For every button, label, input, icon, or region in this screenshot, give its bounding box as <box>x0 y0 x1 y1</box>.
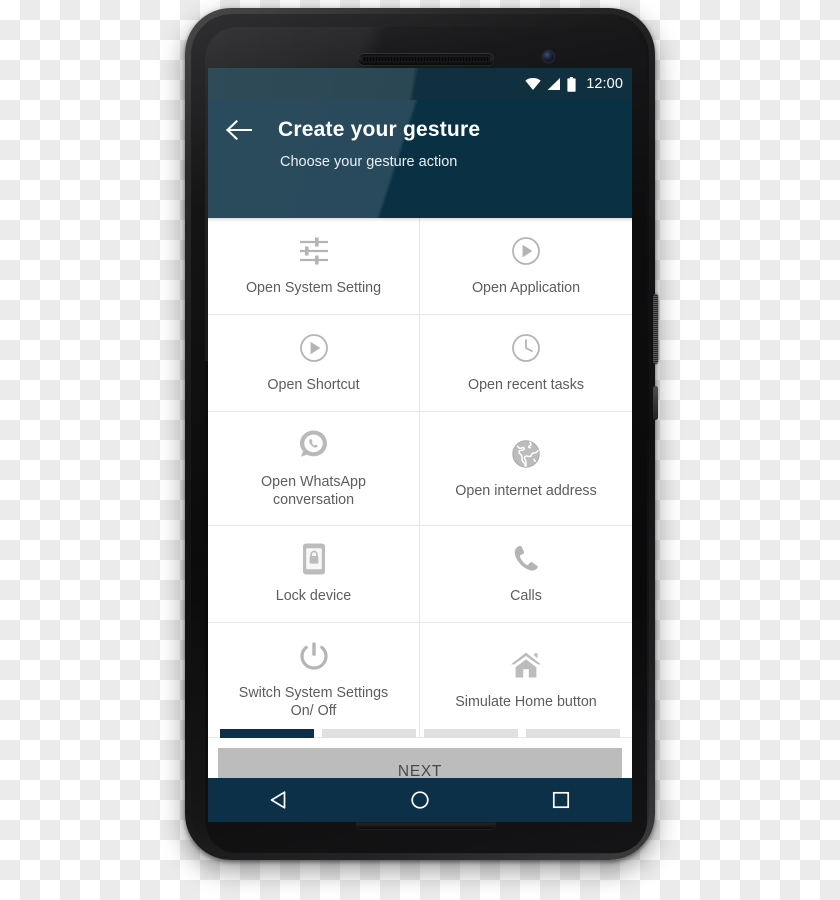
home-icon <box>510 648 542 682</box>
grid-item-open-system-setting[interactable]: Open System Setting <box>208 218 420 315</box>
sliders-settings-icon <box>298 234 330 268</box>
grid-item-switch-system-settings[interactable]: Switch System Settings On/ Off <box>208 623 420 738</box>
phone-lock-icon <box>302 542 326 576</box>
grid-item-label: Open internet address <box>455 482 597 499</box>
earpiece-mesh <box>362 57 490 61</box>
grid-item-label: Open Shortcut <box>267 376 360 393</box>
pagination-indicator <box>208 729 632 738</box>
front-camera-icon <box>543 51 554 62</box>
phone-handset-icon <box>511 542 541 576</box>
page-subtitle: Choose your gesture action <box>280 154 458 170</box>
grid-item-label: Lock device <box>275 588 352 605</box>
page-title: Create your gesture <box>278 118 481 141</box>
pagination-segment-1[interactable] <box>220 729 314 738</box>
pagination-segment-4[interactable] <box>526 729 620 738</box>
power-icon <box>299 639 328 673</box>
grid-item-open-application[interactable]: Open Application <box>420 218 632 315</box>
status-bar: 12:00 <box>208 68 632 100</box>
wifi-icon <box>525 78 541 90</box>
grid-item-label: Open System Setting <box>245 279 382 296</box>
grid-item-label: Calls <box>510 588 542 605</box>
play-circle-icon <box>299 331 329 365</box>
nav-home-button[interactable] <box>390 778 450 822</box>
grid-item-open-shortcut[interactable]: Open Shortcut <box>208 314 420 412</box>
whatsapp-icon <box>298 428 329 462</box>
volume-button[interactable] <box>653 386 658 420</box>
play-circle-icon <box>511 234 541 268</box>
signal-icon <box>547 78 561 90</box>
android-navigation-bar <box>208 778 632 822</box>
battery-icon <box>567 76 576 92</box>
grid-item-calls[interactable]: Calls <box>420 526 632 624</box>
gesture-action-grid: Open System Setting Open Application Ope… <box>208 218 632 738</box>
power-button[interactable] <box>653 294 658 364</box>
grid-item-open-internet-address[interactable]: Open internet address <box>420 411 632 527</box>
status-bar-icons: 12:00 <box>525 76 623 92</box>
globe-icon <box>511 437 541 471</box>
clock-icon <box>511 331 541 365</box>
grid-item-open-recent-tasks[interactable]: Open recent tasks <box>420 314 632 412</box>
grid-item-label: Open WhatsApp conversation <box>261 473 366 508</box>
back-arrow-icon[interactable] <box>226 119 252 141</box>
grid-item-label: Open recent tasks <box>467 376 585 393</box>
grid-item-open-whatsapp-conversation[interactable]: Open WhatsApp conversation <box>208 411 420 527</box>
phone-screen: 12:00 Create your gesture Choose your ge… <box>208 68 632 778</box>
nav-back-button[interactable] <box>249 778 309 822</box>
grid-item-label: Switch System Settings On/ Off <box>238 685 389 720</box>
status-bar-clock: 12:00 <box>586 76 623 92</box>
square-recents-icon <box>553 791 570 809</box>
next-button[interactable]: NEXT <box>218 748 622 778</box>
pagination-segment-3[interactable] <box>424 729 518 738</box>
grid-item-label: Simulate Home button <box>455 694 597 711</box>
pagination-segment-2[interactable] <box>322 729 416 738</box>
app-bar-row: Create your gesture <box>226 100 632 142</box>
circle-home-icon <box>411 791 429 809</box>
next-button-container: NEXT <box>208 738 632 778</box>
grid-item-lock-device[interactable]: Lock device <box>208 526 420 624</box>
triangle-back-icon <box>270 791 286 809</box>
earpiece-speaker <box>358 53 494 65</box>
grid-item-label: Open Application <box>471 279 581 296</box>
nav-recents-button[interactable] <box>531 778 591 822</box>
screenshot-stage: 12:00 Create your gesture Choose your ge… <box>0 0 840 900</box>
app-bar: Create your gesture Choose your gesture … <box>208 100 632 218</box>
grid-item-simulate-home-button[interactable]: Simulate Home button <box>420 623 632 738</box>
